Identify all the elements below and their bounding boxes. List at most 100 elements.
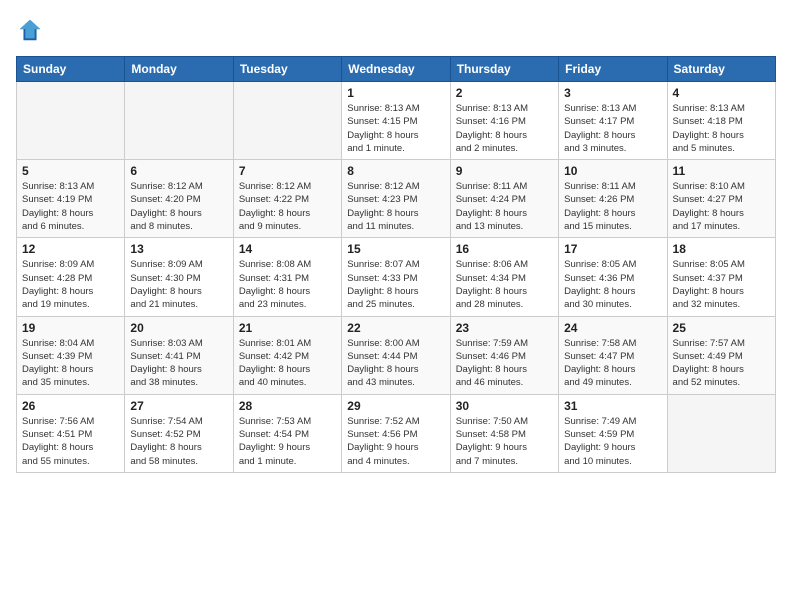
calendar-cell: 6 Sunrise: 8:12 AM Sunset: 4:20 PM Daylig… bbox=[125, 160, 233, 238]
day-info: Sunrise: 8:10 AM Sunset: 4:27 PM Dayligh… bbox=[673, 180, 770, 233]
calendar-cell: 20 Sunrise: 8:03 AM Sunset: 4:41 PM Dayli… bbox=[125, 316, 233, 394]
calendar-table: SundayMondayTuesdayWednesdayThursdayFrid… bbox=[16, 56, 776, 473]
day-info: Sunrise: 8:09 AM Sunset: 4:30 PM Dayligh… bbox=[130, 258, 227, 311]
calendar-cell: 5 Sunrise: 8:13 AM Sunset: 4:19 PM Daylig… bbox=[17, 160, 125, 238]
calendar-cell: 9 Sunrise: 8:11 AM Sunset: 4:24 PM Daylig… bbox=[450, 160, 558, 238]
calendar-cell bbox=[233, 82, 341, 160]
calendar-cell: 27 Sunrise: 7:54 AM Sunset: 4:52 PM Dayli… bbox=[125, 394, 233, 472]
day-info: Sunrise: 8:13 AM Sunset: 4:18 PM Dayligh… bbox=[673, 102, 770, 155]
calendar-cell bbox=[17, 82, 125, 160]
day-number: 3 bbox=[564, 86, 661, 100]
day-number: 7 bbox=[239, 164, 336, 178]
calendar-cell: 21Sunrise: 8:01 AM Sunset: 4:42 PM Dayli… bbox=[233, 316, 341, 394]
day-info: Sunrise: 8:04 AM Sunset: 4:39 PM Dayligh… bbox=[22, 337, 119, 390]
day-number: 12 bbox=[22, 242, 119, 256]
day-info: Sunrise: 8:09 AM Sunset: 4:28 PM Dayligh… bbox=[22, 258, 119, 311]
day-number: 8 bbox=[347, 164, 444, 178]
calendar-cell: 12 Sunrise: 8:09 AM Sunset: 4:28 PM Dayli… bbox=[17, 238, 125, 316]
day-info: Sunrise: 8:13 AM Sunset: 4:15 PM Dayligh… bbox=[347, 102, 444, 155]
day-info: Sunrise: 8:08 AM Sunset: 4:31 PM Dayligh… bbox=[239, 258, 336, 311]
day-info: Sunrise: 8:00 AM Sunset: 4:44 PM Dayligh… bbox=[347, 337, 444, 390]
day-info: Sunrise: 8:13 AM Sunset: 4:16 PM Dayligh… bbox=[456, 102, 553, 155]
calendar-cell: 10 Sunrise: 8:11 AM Sunset: 4:26 PM Dayli… bbox=[559, 160, 667, 238]
calendar-cell: 22 Sunrise: 8:00 AM Sunset: 4:44 PM Dayli… bbox=[342, 316, 450, 394]
calendar-cell: 19 Sunrise: 8:04 AM Sunset: 4:39 PM Dayli… bbox=[17, 316, 125, 394]
day-number: 2 bbox=[456, 86, 553, 100]
day-info: Sunrise: 8:11 AM Sunset: 4:26 PM Dayligh… bbox=[564, 180, 661, 233]
calendar-cell: 24 Sunrise: 7:58 AM Sunset: 4:47 PM Dayli… bbox=[559, 316, 667, 394]
day-info: Sunrise: 8:12 AM Sunset: 4:23 PM Dayligh… bbox=[347, 180, 444, 233]
day-info: Sunrise: 8:11 AM Sunset: 4:24 PM Dayligh… bbox=[456, 180, 553, 233]
calendar-cell bbox=[125, 82, 233, 160]
calendar-header-row: SundayMondayTuesdayWednesdayThursdayFrid… bbox=[17, 57, 776, 82]
calendar-cell: 18Sunrise: 8:05 AM Sunset: 4:37 PM Dayli… bbox=[667, 238, 775, 316]
logo bbox=[16, 16, 48, 44]
day-number: 10 bbox=[564, 164, 661, 178]
day-number: 15 bbox=[347, 242, 444, 256]
calendar-week-5: 26Sunrise: 7:56 AM Sunset: 4:51 PM Dayli… bbox=[17, 394, 776, 472]
calendar-cell: 26Sunrise: 7:56 AM Sunset: 4:51 PM Dayli… bbox=[17, 394, 125, 472]
day-number: 23 bbox=[456, 321, 553, 335]
day-info: Sunrise: 8:12 AM Sunset: 4:22 PM Dayligh… bbox=[239, 180, 336, 233]
day-info: Sunrise: 7:57 AM Sunset: 4:49 PM Dayligh… bbox=[673, 337, 770, 390]
calendar-week-4: 19 Sunrise: 8:04 AM Sunset: 4:39 PM Dayli… bbox=[17, 316, 776, 394]
day-number: 13 bbox=[130, 242, 227, 256]
calendar-cell: 2 Sunrise: 8:13 AM Sunset: 4:16 PM Daylig… bbox=[450, 82, 558, 160]
calendar-week-2: 5 Sunrise: 8:13 AM Sunset: 4:19 PM Daylig… bbox=[17, 160, 776, 238]
calendar-cell: 3 Sunrise: 8:13 AM Sunset: 4:17 PM Daylig… bbox=[559, 82, 667, 160]
day-number: 1 bbox=[347, 86, 444, 100]
day-number: 20 bbox=[130, 321, 227, 335]
day-number: 24 bbox=[564, 321, 661, 335]
day-number: 29 bbox=[347, 399, 444, 413]
day-number: 31 bbox=[564, 399, 661, 413]
day-number: 30 bbox=[456, 399, 553, 413]
calendar-cell: 25 Sunrise: 7:57 AM Sunset: 4:49 PM Dayli… bbox=[667, 316, 775, 394]
calendar-cell: 1 Sunrise: 8:13 AM Sunset: 4:15 PM Daylig… bbox=[342, 82, 450, 160]
day-info: Sunrise: 8:13 AM Sunset: 4:19 PM Dayligh… bbox=[22, 180, 119, 233]
weekday-header-tuesday: Tuesday bbox=[233, 57, 341, 82]
calendar-cell: 16 Sunrise: 8:06 AM Sunset: 4:34 PM Dayli… bbox=[450, 238, 558, 316]
day-info: Sunrise: 7:53 AM Sunset: 4:54 PM Dayligh… bbox=[239, 415, 336, 468]
calendar-cell: 29Sunrise: 7:52 AM Sunset: 4:56 PM Dayli… bbox=[342, 394, 450, 472]
calendar-cell: 15 Sunrise: 8:07 AM Sunset: 4:33 PM Dayli… bbox=[342, 238, 450, 316]
weekday-header-friday: Friday bbox=[559, 57, 667, 82]
day-info: Sunrise: 7:49 AM Sunset: 4:59 PM Dayligh… bbox=[564, 415, 661, 468]
calendar-cell: 31 Sunrise: 7:49 AM Sunset: 4:59 PM Dayli… bbox=[559, 394, 667, 472]
weekday-header-saturday: Saturday bbox=[667, 57, 775, 82]
day-number: 16 bbox=[456, 242, 553, 256]
day-info: Sunrise: 7:54 AM Sunset: 4:52 PM Dayligh… bbox=[130, 415, 227, 468]
day-info: Sunrise: 8:03 AM Sunset: 4:41 PM Dayligh… bbox=[130, 337, 227, 390]
calendar-cell: 7 Sunrise: 8:12 AM Sunset: 4:22 PM Daylig… bbox=[233, 160, 341, 238]
day-number: 28 bbox=[239, 399, 336, 413]
weekday-header-sunday: Sunday bbox=[17, 57, 125, 82]
calendar-cell bbox=[667, 394, 775, 472]
day-number: 11 bbox=[673, 164, 770, 178]
day-number: 27 bbox=[130, 399, 227, 413]
day-info: Sunrise: 8:13 AM Sunset: 4:17 PM Dayligh… bbox=[564, 102, 661, 155]
day-number: 18 bbox=[673, 242, 770, 256]
day-number: 14 bbox=[239, 242, 336, 256]
day-info: Sunrise: 8:12 AM Sunset: 4:20 PM Dayligh… bbox=[130, 180, 227, 233]
day-info: Sunrise: 8:05 AM Sunset: 4:36 PM Dayligh… bbox=[564, 258, 661, 311]
day-info: Sunrise: 8:01 AM Sunset: 4:42 PM Dayligh… bbox=[239, 337, 336, 390]
calendar-cell: 30 Sunrise: 7:50 AM Sunset: 4:58 PM Dayli… bbox=[450, 394, 558, 472]
calendar-cell: 23Sunrise: 7:59 AM Sunset: 4:46 PM Dayli… bbox=[450, 316, 558, 394]
day-number: 26 bbox=[22, 399, 119, 413]
day-number: 4 bbox=[673, 86, 770, 100]
day-info: Sunrise: 8:06 AM Sunset: 4:34 PM Dayligh… bbox=[456, 258, 553, 311]
day-info: Sunrise: 7:50 AM Sunset: 4:58 PM Dayligh… bbox=[456, 415, 553, 468]
day-number: 5 bbox=[22, 164, 119, 178]
day-info: Sunrise: 8:07 AM Sunset: 4:33 PM Dayligh… bbox=[347, 258, 444, 311]
weekday-header-monday: Monday bbox=[125, 57, 233, 82]
calendar-cell: 4 Sunrise: 8:13 AM Sunset: 4:18 PM Daylig… bbox=[667, 82, 775, 160]
day-number: 17 bbox=[564, 242, 661, 256]
day-number: 25 bbox=[673, 321, 770, 335]
day-info: Sunrise: 7:58 AM Sunset: 4:47 PM Dayligh… bbox=[564, 337, 661, 390]
day-number: 6 bbox=[130, 164, 227, 178]
weekday-header-thursday: Thursday bbox=[450, 57, 558, 82]
calendar-cell: 28 Sunrise: 7:53 AM Sunset: 4:54 PM Dayli… bbox=[233, 394, 341, 472]
calendar-cell: 11 Sunrise: 8:10 AM Sunset: 4:27 PM Dayli… bbox=[667, 160, 775, 238]
day-number: 9 bbox=[456, 164, 553, 178]
day-number: 19 bbox=[22, 321, 119, 335]
day-number: 22 bbox=[347, 321, 444, 335]
